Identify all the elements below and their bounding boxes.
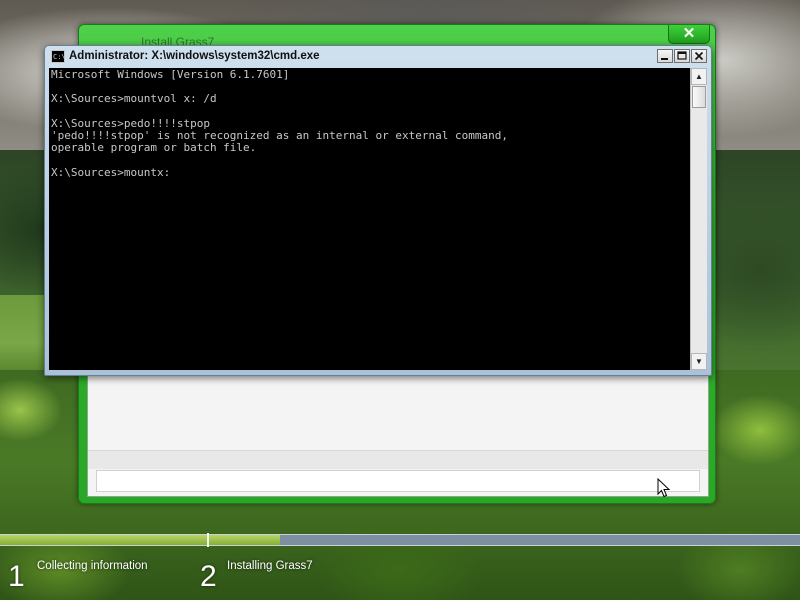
vertical-scrollbar[interactable]: ▲ ▼ xyxy=(690,68,707,370)
scroll-down-arrow-icon[interactable]: ▼ xyxy=(691,353,707,370)
cmd-window: C:\ Administrator: X:\windows\system32\c… xyxy=(44,45,712,376)
mouse-pointer-icon xyxy=(657,478,671,498)
console-output[interactable]: Microsoft Windows [Version 6.1.7601] X:\… xyxy=(49,68,690,370)
cmd-app-icon[interactable]: C:\ xyxy=(51,50,66,63)
setup-progress-bar xyxy=(0,533,800,547)
scroll-thumb[interactable] xyxy=(692,86,706,108)
setup-close-button[interactable]: ✕ xyxy=(668,25,710,44)
window-controls xyxy=(656,49,707,65)
step-2-progress-fill xyxy=(209,535,280,545)
step-1-number: 1 xyxy=(8,560,25,593)
step-2-number: 2 xyxy=(200,560,217,593)
minimize-button[interactable] xyxy=(657,49,673,63)
setup-content-area xyxy=(87,365,709,497)
step-2-label: Installing Grass7 xyxy=(227,560,313,572)
maximize-icon xyxy=(677,51,687,60)
step-1-progress-fill xyxy=(0,535,207,545)
minimize-icon xyxy=(661,58,668,60)
setup-divider-strip xyxy=(88,450,708,469)
cmd-titlebar[interactable]: C:\ Administrator: X:\windows\system32\c… xyxy=(45,46,711,68)
cmd-window-title: Administrator: X:\windows\system32\cmd.e… xyxy=(69,50,320,62)
console-text: Microsoft Windows [Version 6.1.7601] X:\… xyxy=(51,68,508,179)
close-button[interactable] xyxy=(691,49,707,63)
scroll-up-arrow-icon[interactable]: ▲ xyxy=(691,68,707,85)
close-icon xyxy=(694,51,704,61)
step-1-label: Collecting information xyxy=(37,560,148,572)
maximize-button[interactable] xyxy=(674,49,690,63)
setup-footer-bar xyxy=(96,470,700,492)
